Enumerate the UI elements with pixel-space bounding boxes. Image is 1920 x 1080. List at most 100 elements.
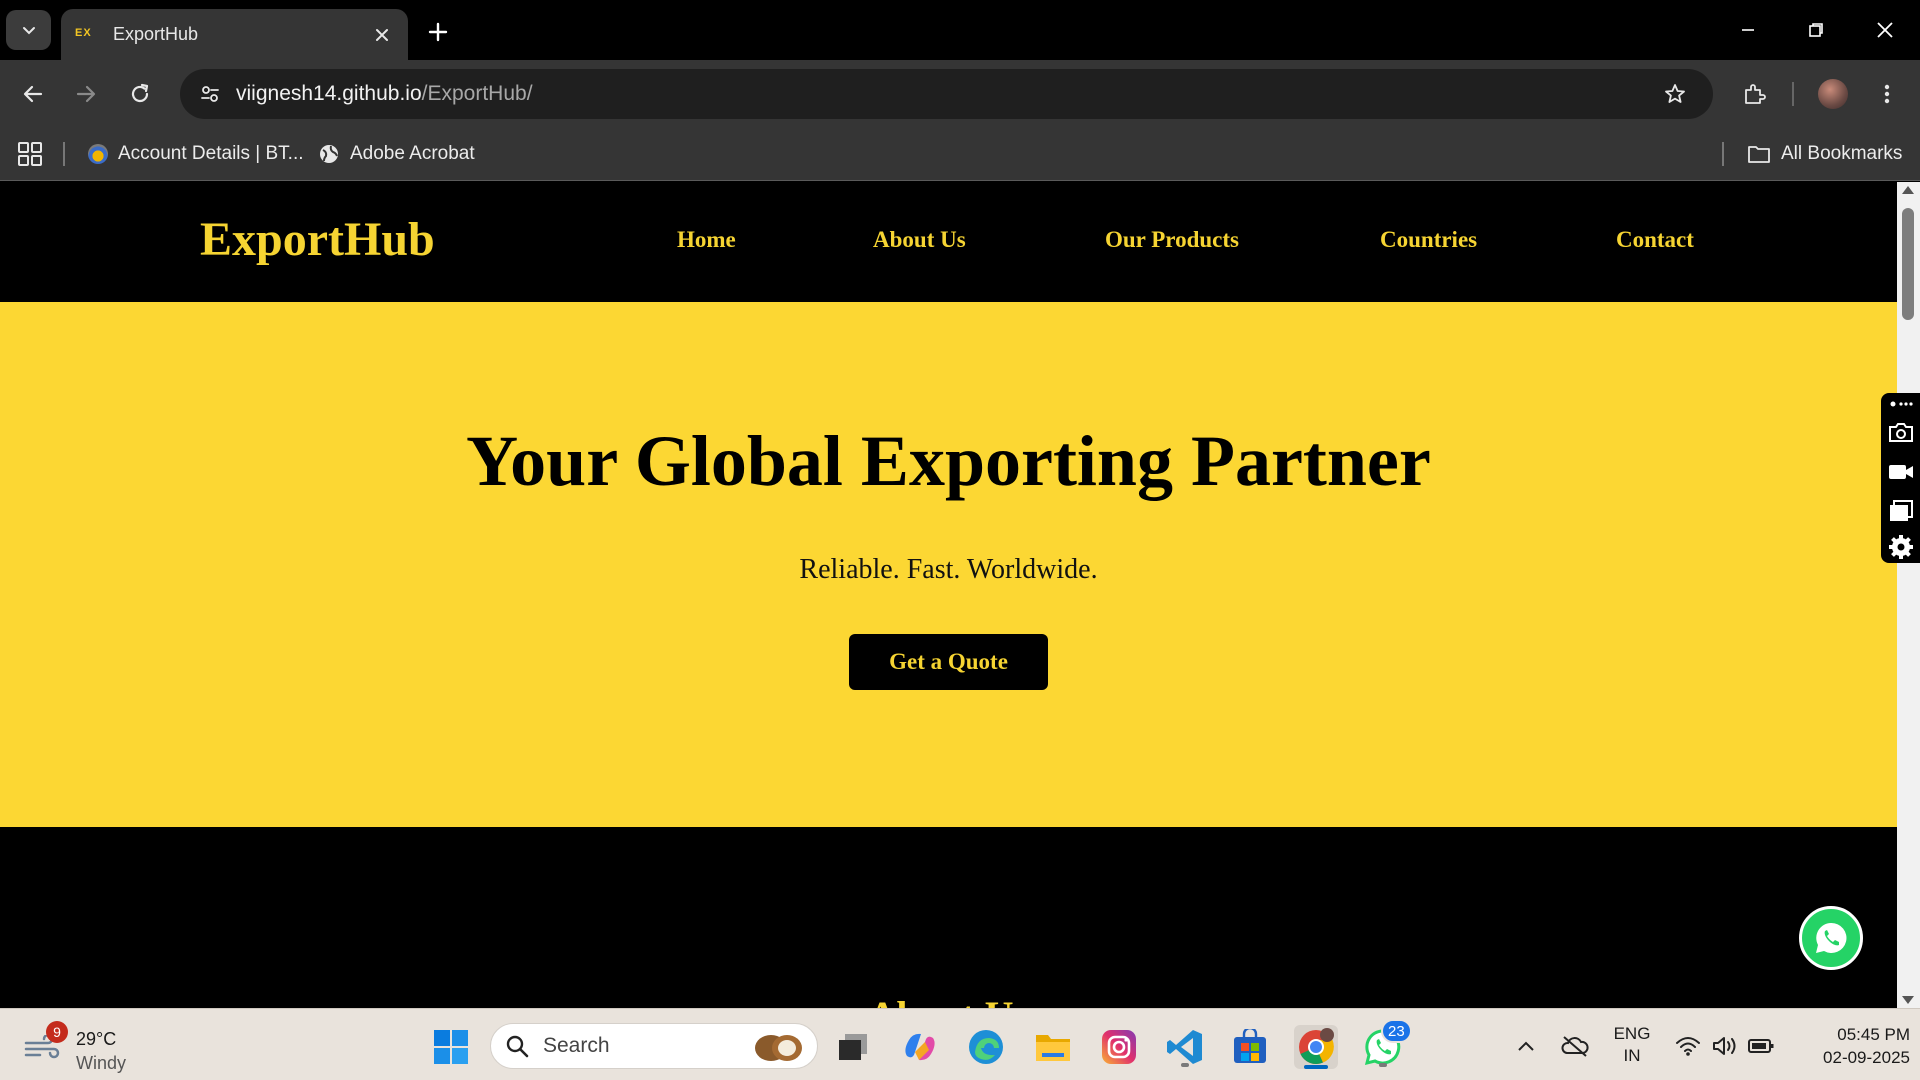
nav-link-contact[interactable]: Contact	[1616, 227, 1694, 253]
record-video-button[interactable]	[1887, 458, 1915, 486]
all-bookmarks-button[interactable]: All Bookmarks	[1747, 136, 1902, 172]
running-indicator	[1304, 1065, 1328, 1069]
taskbar-search-box[interactable]: Search	[490, 1023, 818, 1069]
store-icon	[1234, 1029, 1266, 1063]
running-indicator	[1181, 1063, 1189, 1067]
weather-widget[interactable]: 9 29°C Windy	[24, 1021, 144, 1073]
instagram-icon	[1102, 1030, 1136, 1064]
weather-temperature: 29°C	[76, 1029, 117, 1049]
taskbar-edge[interactable]	[964, 1025, 1008, 1069]
capture-toolbar-menu[interactable]	[1887, 393, 1915, 415]
restore-icon	[1809, 23, 1823, 37]
minimize-button[interactable]	[1720, 8, 1776, 52]
more-horizontal-icon	[1890, 401, 1913, 407]
chevron-down-icon	[22, 27, 35, 35]
taskbar-copilot[interactable]	[898, 1025, 942, 1069]
taskbar-task-view[interactable]	[831, 1025, 875, 1069]
site-logo[interactable]: ExportHub	[200, 212, 435, 267]
input-language-indicator[interactable]: ENG IN	[1610, 1023, 1654, 1067]
close-window-button[interactable]	[1857, 8, 1913, 52]
hero-subtitle: Reliable. Fast. Worldwide.	[799, 554, 1098, 585]
battery-icon	[1748, 1039, 1774, 1053]
taskbar-microsoft-store[interactable]	[1228, 1025, 1272, 1069]
windows-stack-icon	[1890, 500, 1913, 521]
capture-settings-button[interactable]	[1887, 533, 1915, 561]
about-section-title: About Us	[0, 992, 1897, 1008]
taskbar-instagram[interactable]	[1097, 1025, 1141, 1069]
plus-icon	[428, 22, 448, 42]
hero-title: Your Global Exporting Partner	[466, 421, 1431, 501]
bookmark-account-details[interactable]: Account Details | BT...	[88, 136, 304, 172]
profile-button[interactable]	[1813, 74, 1853, 114]
browser-tab-exporthub[interactable]: EX ExportHub	[61, 9, 408, 60]
folder-icon	[1748, 146, 1770, 163]
forward-button[interactable]	[66, 74, 106, 114]
scroll-down-arrow[interactable]	[1902, 996, 1914, 1004]
bookmarks-separator	[1722, 142, 1724, 166]
onedrive-tray-button[interactable]	[1560, 1031, 1590, 1061]
tab-close-button[interactable]	[368, 21, 396, 49]
new-tab-button[interactable]	[420, 14, 456, 50]
show-hidden-icons-button[interactable]	[1511, 1031, 1541, 1061]
vscode-icon	[1167, 1030, 1202, 1064]
network-status[interactable]	[1673, 1031, 1703, 1061]
url-host: viignesh14.github.io	[236, 82, 422, 105]
battery-status[interactable]	[1746, 1031, 1776, 1061]
nav-link-home[interactable]: Home	[677, 227, 736, 253]
reload-icon	[131, 83, 149, 103]
close-icon	[1877, 22, 1893, 38]
get-quote-button[interactable]: Get a Quote	[849, 634, 1048, 690]
bookmark-label: Adobe Acrobat	[350, 143, 475, 164]
language-code: ENG	[1613, 1024, 1651, 1043]
taskbar-vscode[interactable]	[1163, 1025, 1207, 1069]
reload-button[interactable]	[120, 74, 160, 114]
video-camera-icon	[1889, 465, 1913, 479]
screenshot-button[interactable]	[1887, 418, 1915, 446]
address-bar[interactable]: viignesh14.github.io/ExportHub/	[180, 69, 1713, 119]
apps-grid-icon[interactable]	[16, 140, 44, 168]
volume-control[interactable]	[1710, 1031, 1740, 1061]
page-scrollbar[interactable]	[1897, 182, 1920, 1008]
extensions-button[interactable]	[1734, 74, 1774, 114]
scroll-up-arrow[interactable]	[1902, 186, 1914, 194]
taskbar-clock[interactable]: 05:45 PM 02-09-2025	[1788, 1023, 1910, 1069]
scrollbar-thumb[interactable]	[1902, 208, 1914, 320]
chevron-up-icon	[1518, 1041, 1534, 1051]
window-capture-button[interactable]	[1887, 497, 1915, 525]
avatar	[1818, 79, 1848, 109]
whatsapp-icon	[1816, 922, 1847, 953]
puzzle-icon	[1745, 84, 1766, 104]
restore-button[interactable]	[1788, 8, 1844, 52]
search-icon	[506, 1035, 529, 1058]
minimize-icon	[1742, 29, 1754, 31]
nav-link-our-products[interactable]: Our Products	[1105, 227, 1239, 253]
more-vertical-icon	[1884, 84, 1890, 104]
taskbar-search-placeholder: Search	[543, 1034, 610, 1057]
back-button[interactable]	[13, 74, 53, 114]
start-button[interactable]	[429, 1025, 473, 1069]
whatsapp-chat-button[interactable]	[1799, 906, 1863, 970]
hero-section: Your Global Exporting Partner Reliable. …	[0, 302, 1897, 827]
tab-search-button[interactable]	[6, 10, 51, 50]
weather-alert-badge: 9	[46, 1021, 68, 1043]
task-view-icon	[839, 1034, 867, 1060]
camera-icon	[1889, 423, 1913, 442]
bookmark-adobe-acrobat[interactable]: Adobe Acrobat	[318, 136, 475, 172]
tab-favicon: EX	[75, 26, 92, 39]
speaker-icon	[1713, 1037, 1736, 1055]
bookmark-favicon-icon	[88, 144, 108, 164]
site-info-button[interactable]	[190, 74, 230, 114]
browser-menu-button[interactable]	[1867, 74, 1907, 114]
site-header: ExportHub Home About Us Our Products Cou…	[0, 182, 1897, 302]
nav-link-about-us[interactable]: About Us	[873, 227, 966, 253]
bookmark-star-button[interactable]	[1657, 76, 1693, 112]
windows-logo-icon	[434, 1030, 468, 1064]
taskbar-file-explorer[interactable]	[1031, 1025, 1075, 1069]
windows-taskbar: 9 29°C Windy Search 23 ENG IN 05:45 PM 0…	[0, 1008, 1920, 1080]
bookmark-label: Account Details | BT...	[118, 143, 304, 164]
chrome-icon	[1299, 1028, 1334, 1065]
nav-link-countries[interactable]: Countries	[1380, 227, 1477, 253]
capture-side-toolbar	[1881, 393, 1920, 563]
taskbar-chrome[interactable]	[1294, 1025, 1338, 1069]
tab-title: ExportHub	[113, 24, 199, 44]
